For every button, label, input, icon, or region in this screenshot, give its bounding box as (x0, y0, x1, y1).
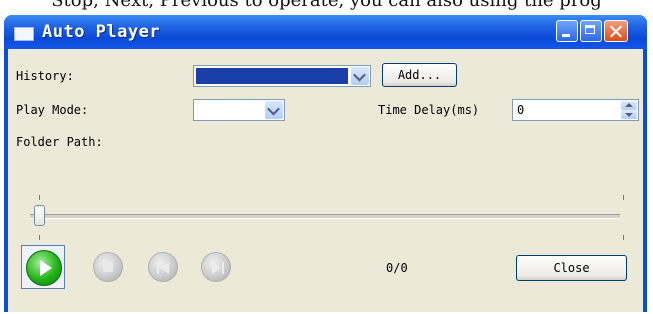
next-button[interactable] (201, 252, 231, 282)
next-bar (222, 262, 224, 274)
auto-player-window: Auto Player History: Add... Play Mode: T… (4, 15, 647, 312)
history-selected-value (196, 68, 348, 84)
play-mode-value (196, 102, 262, 118)
app-window-icon (14, 27, 34, 41)
play-button-frame[interactable] (21, 245, 65, 289)
title-bar[interactable]: Auto Player (4, 15, 647, 49)
add-button[interactable]: Add... (382, 63, 457, 87)
maximize-icon[interactable] (580, 20, 602, 42)
chevron-down-icon[interactable] (351, 67, 369, 85)
minimize-icon[interactable] (556, 20, 578, 42)
time-delay-label: Time Delay(ms) (378, 103, 480, 117)
window-client-area: History: Add... Play Mode: Time Delay(ms… (8, 49, 643, 312)
background-caption: Stop, Next, Previous to operate, you can… (51, 0, 602, 11)
play-icon[interactable] (26, 250, 62, 286)
play-mode-dropdown[interactable] (193, 99, 285, 121)
progress-slider-thumb[interactable] (34, 205, 45, 226)
previous-icon (160, 262, 169, 274)
stop-button[interactable] (93, 252, 123, 282)
next-icon (212, 262, 221, 274)
window-title: Auto Player (42, 22, 161, 42)
spin-down-icon[interactable] (621, 110, 637, 119)
slider-tick (623, 195, 624, 200)
previous-button[interactable] (148, 252, 178, 282)
slider-tick (623, 235, 624, 240)
progress-slider-track[interactable] (30, 214, 620, 219)
slider-tick (39, 195, 40, 200)
history-label: History: (16, 69, 74, 83)
stop-icon (103, 262, 113, 272)
play-mode-label: Play Mode: (16, 103, 89, 117)
time-delay-spinner[interactable]: 0 (512, 99, 639, 121)
spinner-buttons (621, 101, 637, 119)
slider-tick (39, 235, 40, 240)
history-dropdown[interactable] (193, 65, 371, 87)
spin-up-icon[interactable] (621, 101, 637, 110)
close-button[interactable]: Close (516, 255, 627, 281)
previous-bar (157, 262, 159, 274)
chevron-down-icon[interactable] (265, 101, 283, 119)
close-window-icon[interactable] (604, 20, 628, 42)
folder-path-label: Folder Path: (16, 135, 103, 149)
time-delay-value[interactable]: 0 (517, 103, 524, 117)
track-counter: 0/0 (386, 261, 408, 275)
